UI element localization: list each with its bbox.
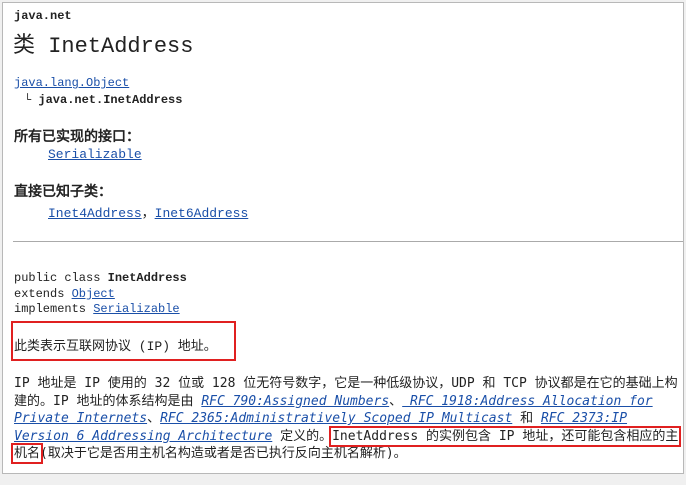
class-declaration: public class InetAddress [14, 271, 187, 285]
package-name: java.net [14, 9, 72, 23]
separator: ， [141, 206, 155, 221]
current-class: └ java.net.InetAddress [24, 93, 183, 107]
text: (取决于它是否用主机名构造或者是否已执行反向主机名解析)。 [40, 446, 407, 462]
subclass-list: Inet4Address，Inet6Address [48, 202, 248, 221]
serializable-link[interactable]: Serializable [48, 147, 142, 162]
divider [13, 241, 683, 242]
subclasses-heading: 直接已知子类： [14, 184, 112, 200]
text: 、 [389, 393, 403, 409]
rfc790-link[interactable]: RFC 790:Assigned Numbers [201, 394, 389, 409]
parent-class-link[interactable]: java.lang.Object [14, 76, 129, 90]
page-title: 类 InetAddress [13, 34, 194, 59]
text: 和 [512, 411, 541, 427]
extends-keyword: extends [14, 287, 72, 301]
javadoc-page: java.net 类 InetAddress java.lang.Object … [2, 2, 684, 474]
modifier: public class [14, 271, 108, 285]
inet6address-link[interactable]: Inet6Address [155, 206, 249, 221]
inet4address-link[interactable]: Inet4Address [48, 206, 142, 221]
serializable-link-2[interactable]: Serializable [93, 302, 179, 316]
class-summary: 此类表示互联网协议 (IP) 地址。 [14, 339, 217, 354]
interfaces-heading: 所有已实现的接口： [14, 129, 140, 145]
class-name: InetAddress [107, 271, 187, 285]
object-link[interactable]: Object [72, 287, 115, 301]
extends-line: extends Object [14, 287, 115, 301]
rfc2365-link[interactable]: RFC 2365:Administratively Scoped IP Mult… [160, 411, 512, 426]
implements-keyword: implements [14, 302, 94, 316]
implements-line: implements Serializable [14, 302, 180, 316]
text: 、 [147, 411, 161, 427]
class-description: IP 地址是 IP 使用的 32 位或 128 位无符号数字，它是一种低级协议，… [10, 375, 682, 465]
text: 定义的。 [272, 428, 333, 444]
